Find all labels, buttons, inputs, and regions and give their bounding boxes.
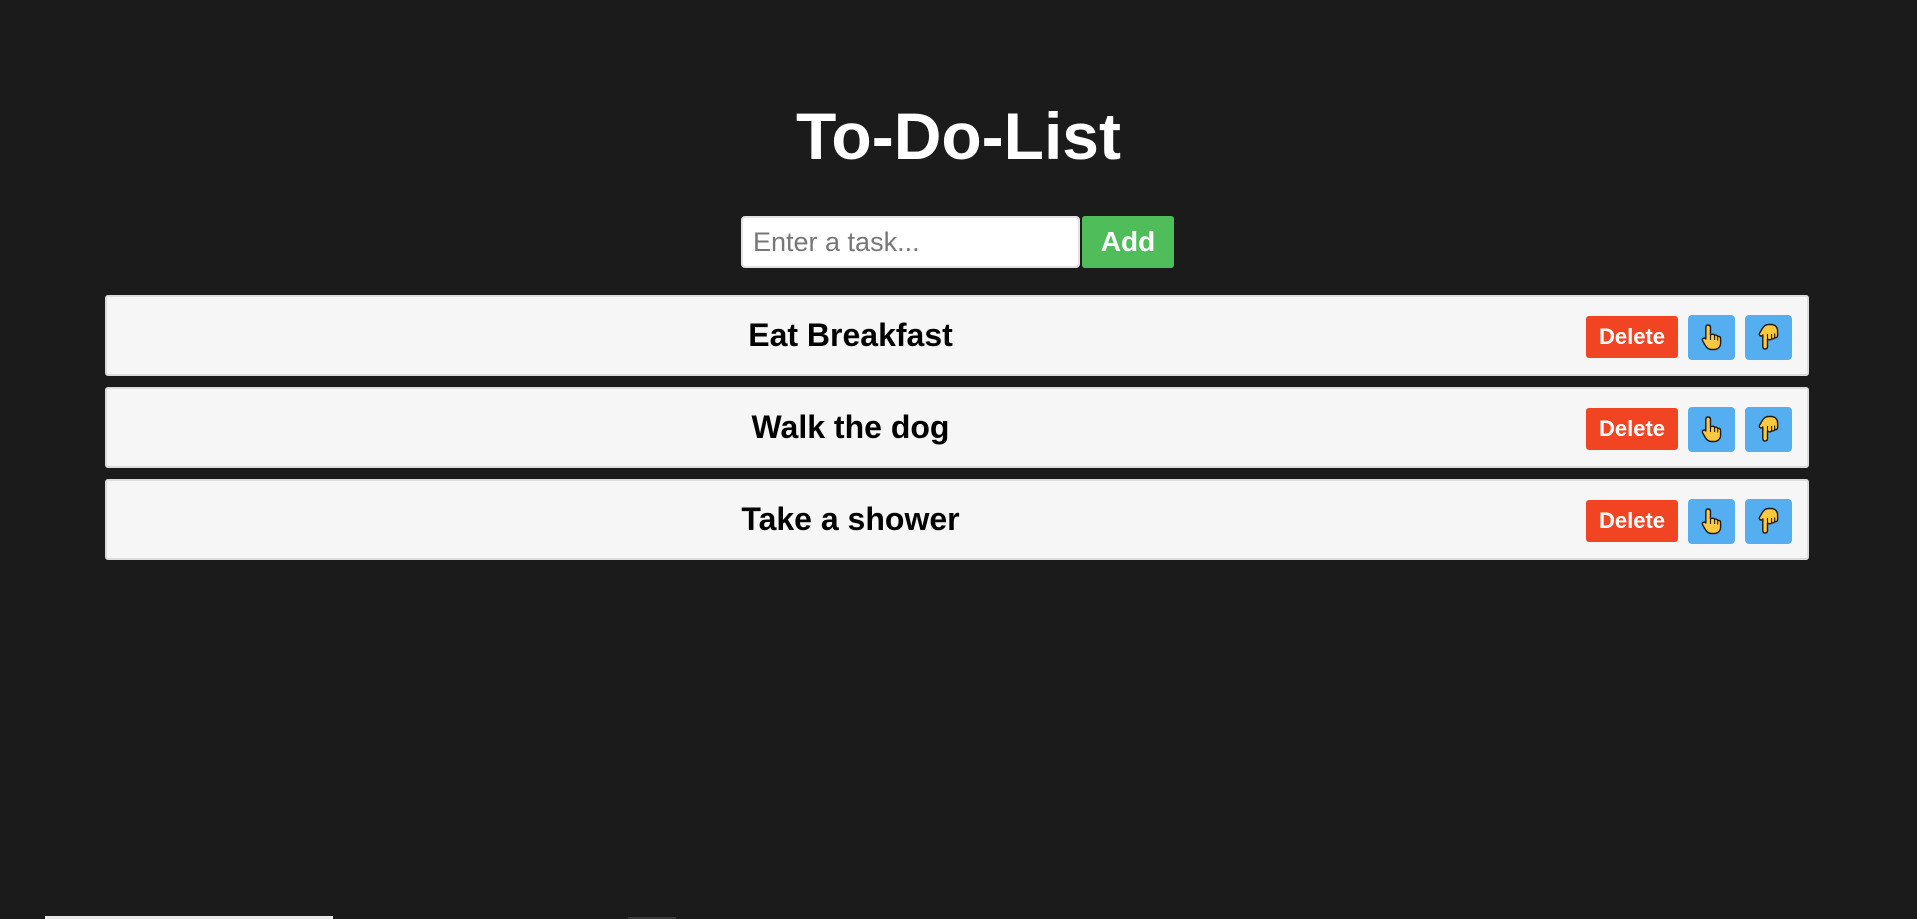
move-up-button[interactable] bbox=[1688, 314, 1735, 360]
delete-button[interactable]: Delete bbox=[1586, 316, 1678, 358]
task-list: Eat Breakfast Delete Walk the dog Delete… bbox=[105, 295, 1809, 571]
move-down-button[interactable] bbox=[1745, 498, 1792, 544]
pointing-up-hand-icon bbox=[1701, 324, 1721, 351]
pointing-up-hand-icon bbox=[1701, 508, 1721, 535]
task-text: Take a shower bbox=[741, 501, 960, 537]
move-up-button[interactable] bbox=[1688, 498, 1735, 544]
move-down-button[interactable] bbox=[1745, 314, 1792, 360]
task-text: Walk the dog bbox=[751, 409, 950, 445]
pointing-down-hand-icon bbox=[1758, 323, 1778, 350]
move-down-button[interactable] bbox=[1745, 406, 1792, 452]
task-actions: Delete bbox=[1586, 406, 1792, 452]
delete-button[interactable]: Delete bbox=[1586, 408, 1678, 450]
task-item: Walk the dog Delete bbox=[105, 387, 1809, 468]
task-actions: Delete bbox=[1586, 314, 1792, 360]
page-title: To-Do-List bbox=[795, 99, 1121, 173]
task-actions: Delete bbox=[1586, 498, 1792, 544]
task-text: Eat Breakfast bbox=[748, 317, 953, 353]
pointing-up-hand-icon bbox=[1701, 416, 1721, 443]
task-item: Take a shower Delete bbox=[105, 479, 1809, 560]
task-form: Add bbox=[741, 216, 1174, 268]
pointing-down-hand-icon bbox=[1758, 415, 1778, 442]
todo-app: To-Do-List Add Eat Breakfast Delete bbox=[0, 0, 1917, 919]
delete-button[interactable]: Delete bbox=[1586, 500, 1678, 542]
pointing-down-hand-icon bbox=[1758, 507, 1778, 534]
task-input[interactable] bbox=[741, 216, 1080, 268]
move-up-button[interactable] bbox=[1688, 406, 1735, 452]
task-item: Eat Breakfast Delete bbox=[105, 295, 1809, 376]
add-button[interactable]: Add bbox=[1082, 216, 1174, 268]
